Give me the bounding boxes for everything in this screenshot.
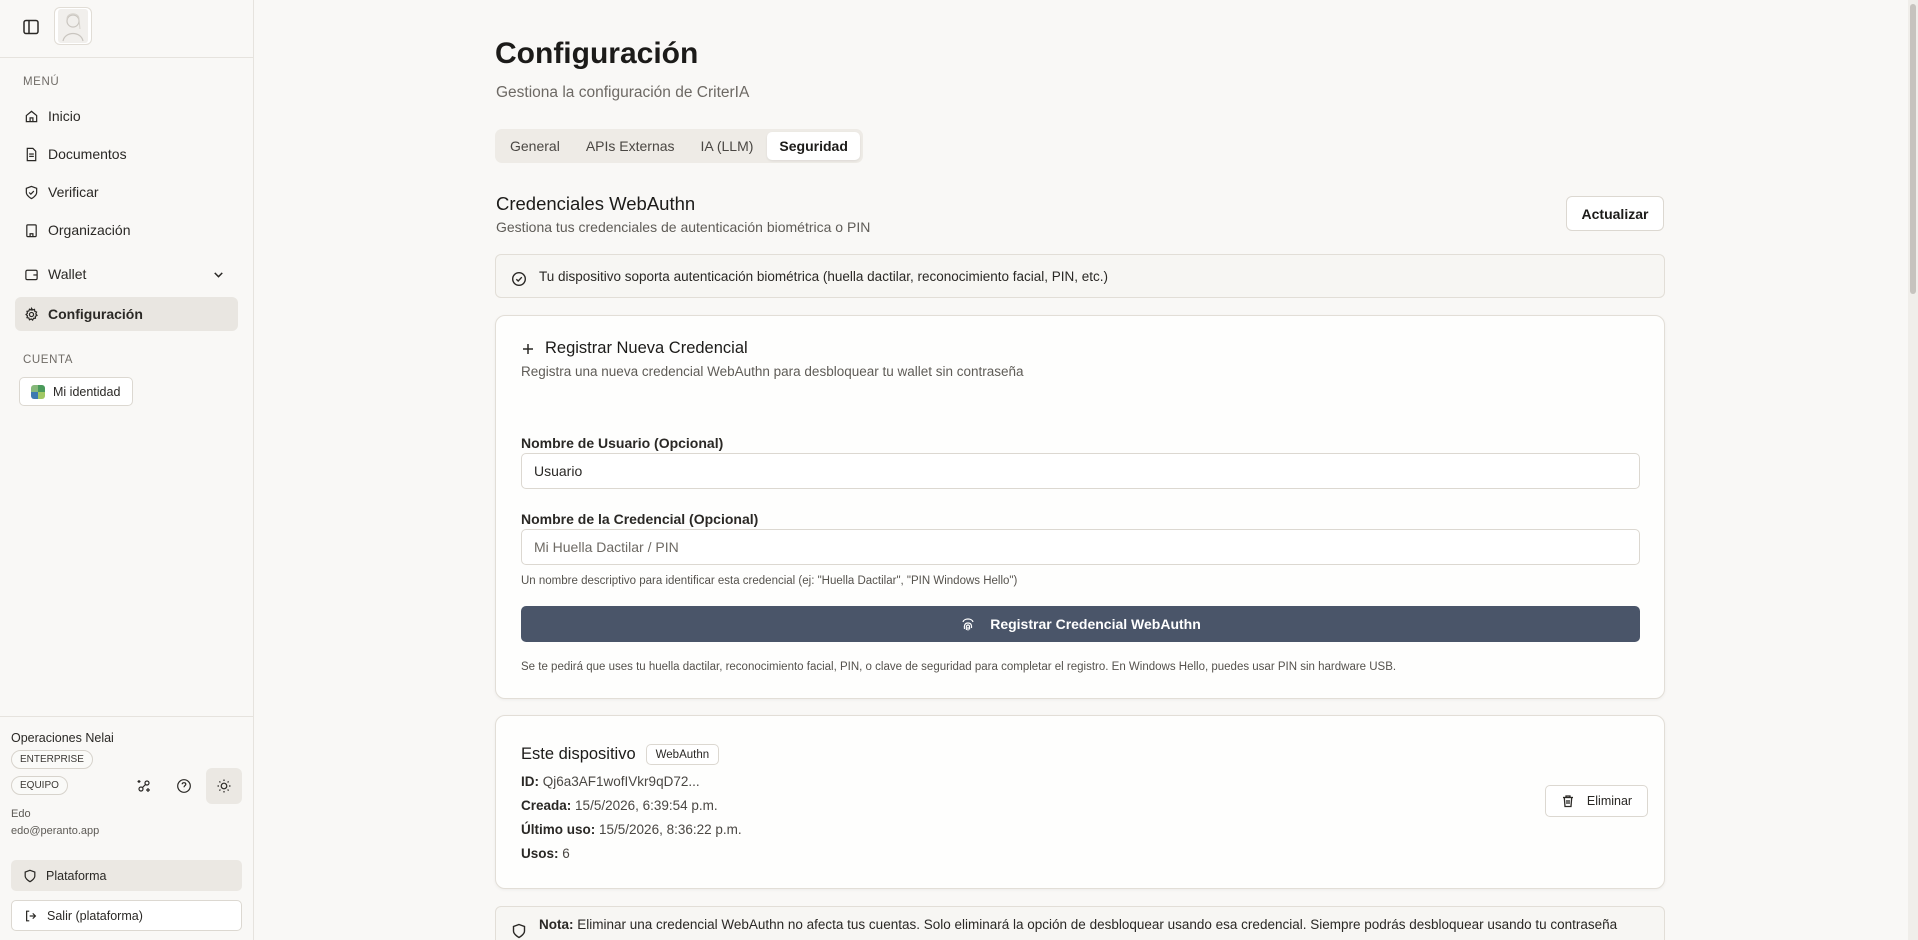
- home-icon: [25, 110, 38, 122]
- page-scrollbar[interactable]: [1908, 0, 1918, 940]
- sidebar-item-label: Organización: [48, 222, 131, 238]
- section-title: Credenciales WebAuthn: [496, 193, 696, 214]
- account-section-label: CUENTA: [23, 354, 74, 366]
- webauthn-note-text: Nota: Eliminar una credencial WebAuthn n…: [539, 917, 1618, 932]
- building-icon: [26, 223, 37, 237]
- platform-label: Plataforma: [46, 868, 107, 883]
- sidebar-item-label: Configuración: [48, 306, 143, 322]
- webauthn-note-banner: Nota: Eliminar una credencial WebAuthn n…: [495, 906, 1665, 940]
- theme-toggle-button[interactable]: [206, 768, 242, 804]
- user-email: edo@peranto.app: [11, 825, 100, 837]
- tab-general[interactable]: General: [498, 132, 572, 160]
- logout-button[interactable]: Salir (plataforma): [11, 900, 242, 931]
- sidebar-toggle-icon[interactable]: [22, 18, 40, 36]
- document-icon: [26, 147, 37, 161]
- settings-tabs: General APIs Externas IA (LLM) Seguridad: [495, 129, 863, 163]
- register-credential-button[interactable]: Registrar Credencial WebAuthn: [521, 606, 1640, 642]
- my-identity-button[interactable]: Mi identidad: [19, 377, 134, 406]
- team-badge: EQUIPO: [11, 776, 68, 795]
- credential-name-input[interactable]: Mi Huella Dactilar / PIN: [521, 529, 1640, 565]
- sparkles-icon: [137, 780, 150, 792]
- main-content: Configuración Gestiona la configuración …: [255, 0, 1918, 940]
- biometric-support-text: Tu dispositivo soporta autenticación bio…: [539, 268, 1109, 284]
- sidebar-item-wallet[interactable]: Wallet: [15, 257, 238, 291]
- credential-id: ID: Qj6a3AF1wofIVkr9qD72...: [521, 774, 700, 789]
- app-logo[interactable]: [54, 7, 92, 45]
- fingerprint-icon: [962, 618, 974, 631]
- shield-icon: [24, 869, 36, 882]
- biometric-support-banner: Tu dispositivo soporta autenticación bio…: [495, 254, 1665, 298]
- tab-seguridad[interactable]: Seguridad: [767, 132, 860, 160]
- device-title: Este dispositivo WebAuthn: [521, 744, 720, 765]
- page-subtitle: Gestiona la configuración de CriterIA: [496, 84, 750, 101]
- refresh-button[interactable]: Actualizar: [1566, 196, 1664, 231]
- menu-section-label: MENÚ: [23, 76, 60, 88]
- shield-icon: [512, 923, 526, 939]
- username-label: Nombre de Usuario (Opcional): [521, 435, 724, 451]
- logout-label: Salir (plataforma): [47, 908, 143, 923]
- sidebar: MENÚ Inicio Documentos Verificar Organiz…: [0, 0, 254, 940]
- register-card-title: Registrar Nueva Credencial: [521, 339, 748, 358]
- sidebar-item-configuracion[interactable]: Configuración: [15, 297, 238, 331]
- help-icon: [177, 779, 191, 793]
- shield-check-icon: [25, 185, 38, 199]
- sidebar-item-label: Inicio: [48, 108, 81, 124]
- credential-last-used: Último uso: 15/5/2026, 8:36:22 p.m.: [521, 822, 742, 837]
- sidebar-item-verificar[interactable]: Verificar: [15, 175, 238, 209]
- organization-name: Operaciones Nelai: [11, 731, 114, 745]
- help-button[interactable]: [166, 768, 202, 804]
- sun-icon: [217, 779, 231, 793]
- register-card-subtitle: Registra una nueva credencial WebAuthn p…: [521, 364, 1024, 379]
- register-card-title-text: Registrar Nueva Credencial: [545, 339, 748, 357]
- scrollbar-thumb[interactable]: [1910, 4, 1916, 294]
- credential-uses: Usos: 6: [521, 846, 570, 861]
- credential-name-label: Nombre de la Credencial (Opcional): [521, 511, 759, 527]
- sidebar-item-label: Documentos: [48, 146, 127, 162]
- username-input[interactable]: Usuario: [521, 453, 1640, 489]
- device-title-text: Este dispositivo: [521, 745, 636, 763]
- my-identity-label: Mi identidad: [53, 384, 121, 399]
- register-credential-card: Registrar Nueva Credencial Registra una …: [495, 315, 1665, 699]
- page-title: Configuración: [495, 37, 699, 70]
- plus-icon: [523, 343, 533, 354]
- sidebar-footer: Operaciones Nelai ENTERPRISE EQUIPO Edo …: [0, 716, 254, 940]
- tab-ia-llm[interactable]: IA (LLM): [689, 132, 766, 160]
- gear-icon: [25, 306, 38, 321]
- plan-badge: ENTERPRISE: [11, 750, 93, 769]
- integrations-button[interactable]: [126, 768, 162, 804]
- sidebar-item-inicio[interactable]: Inicio: [15, 99, 238, 133]
- section-subtitle: Gestiona tus credenciales de autenticaci…: [496, 219, 871, 235]
- delete-credential-button[interactable]: Eliminar: [1545, 785, 1648, 817]
- register-credential-button-label: Registrar Credencial WebAuthn: [990, 616, 1201, 632]
- device-credential-card: Este dispositivo WebAuthn ID: Qj6a3AF1wo…: [495, 715, 1665, 889]
- delete-credential-label: Eliminar: [1586, 794, 1633, 808]
- platform-button[interactable]: Plataforma: [11, 860, 242, 891]
- user-name: Edo: [11, 808, 31, 820]
- sidebar-item-label: Wallet: [48, 266, 87, 282]
- check-circle-icon: [511, 271, 527, 287]
- logout-icon: [26, 910, 37, 921]
- sidebar-header: [0, 0, 254, 58]
- identity-icon: [31, 384, 45, 399]
- avatar-icon: [58, 9, 88, 43]
- chevron-down-icon[interactable]: [211, 267, 226, 282]
- sidebar-item-documentos[interactable]: Documentos: [15, 137, 238, 171]
- credential-created: Creada: 15/5/2026, 6:39:54 p.m.: [521, 798, 718, 813]
- sidebar-item-organizacion[interactable]: Organización: [15, 213, 238, 247]
- tab-apis-externas[interactable]: APIs Externas: [574, 132, 687, 160]
- trash-icon: [1562, 795, 1573, 808]
- register-note: Se te pedirá que uses tu huella dactilar…: [521, 661, 1397, 673]
- sidebar-item-label: Verificar: [48, 184, 99, 200]
- wallet-icon: [25, 269, 38, 280]
- credential-name-help: Un nombre descriptivo para identificar e…: [521, 575, 1018, 587]
- credential-type-badge: WebAuthn: [645, 744, 720, 765]
